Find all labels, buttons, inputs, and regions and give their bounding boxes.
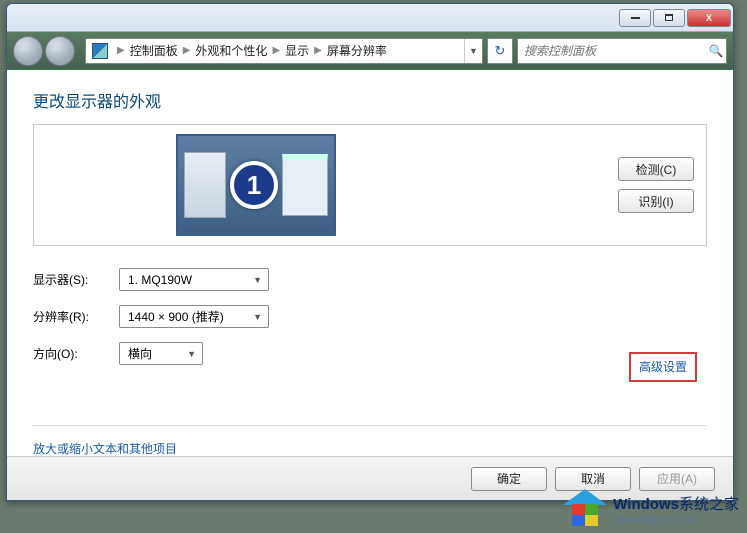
resolution-label: 分辨率(R): — [33, 308, 119, 325]
orientation-label: 方向(O): — [33, 345, 119, 362]
monitor-preview[interactable]: 1 — [176, 134, 336, 236]
back-button[interactable] — [13, 36, 43, 66]
chevron-right-icon: ▶ — [272, 45, 280, 56]
chevron-down-icon: ▼ — [253, 275, 262, 285]
apply-button[interactable]: 应用(A) — [639, 467, 715, 491]
advanced-settings-link[interactable]: 高级设置 — [639, 360, 687, 374]
watermark-url: www.bjjmlv.com — [613, 514, 739, 526]
control-panel-window: X ▶ 控制面板 ▶ 外观和个性化 ▶ 显示 ▶ 屏幕分辨率 ▼ ↻ 🔍 更改显… — [6, 3, 734, 501]
resolution-select[interactable]: 1440 × 900 (推荐) ▼ — [119, 305, 269, 328]
monitor-number-badge: 1 — [230, 161, 278, 209]
close-button[interactable]: X — [687, 9, 731, 27]
window-thumbnail-icon — [282, 154, 328, 216]
maximize-button[interactable] — [653, 9, 685, 27]
address-bar[interactable]: ▶ 控制面板 ▶ 外观和个性化 ▶ 显示 ▶ 屏幕分辨率 ▼ — [85, 38, 483, 64]
control-panel-icon — [92, 43, 108, 59]
orientation-value: 横向 — [128, 345, 152, 362]
search-input[interactable] — [518, 44, 706, 58]
resolution-value: 1440 × 900 (推荐) — [128, 308, 224, 325]
cancel-button[interactable]: 取消 — [555, 467, 631, 491]
display-settings-form: 显示器(S): 1. MQ190W ▼ 分辨率(R): 1440 × 900 (… — [33, 268, 707, 365]
content-area: 更改显示器的外观 1 检测(C) 识别(I) 显示器(S): 1. MQ190W… — [7, 70, 733, 504]
refresh-button[interactable]: ↻ — [487, 38, 513, 64]
chevron-right-icon: ▶ — [183, 45, 191, 56]
display-select[interactable]: 1. MQ190W ▼ — [119, 268, 269, 291]
breadcrumb-item[interactable]: 屏幕分辨率 — [325, 42, 389, 59]
titlebar: X — [7, 4, 733, 32]
breadcrumb-item[interactable]: 显示 — [283, 42, 311, 59]
display-label: 显示器(S): — [33, 271, 119, 288]
breadcrumb-item[interactable]: 控制面板 — [128, 42, 180, 59]
watermark: Windows系统之家 www.bjjmlv.com — [563, 489, 739, 529]
text-size-link[interactable]: 放大或缩小文本和其他项目 — [33, 440, 707, 457]
detect-button[interactable]: 检测(C) — [618, 157, 694, 181]
highlight-box: 高级设置 — [629, 352, 697, 382]
address-dropdown[interactable]: ▼ — [464, 39, 482, 63]
chevron-right-icon: ▶ — [117, 45, 125, 56]
monitor-preview-box: 1 检测(C) 识别(I) — [33, 124, 707, 246]
chevron-down-icon: ▼ — [253, 312, 262, 322]
chevron-down-icon: ▼ — [187, 349, 196, 359]
identify-button[interactable]: 识别(I) — [618, 189, 694, 213]
chevron-right-icon: ▶ — [314, 45, 322, 56]
minimize-button[interactable] — [619, 9, 651, 27]
search-box[interactable]: 🔍 — [517, 38, 727, 64]
breadcrumb-item[interactable]: 外观和个性化 — [193, 42, 269, 59]
desktop-thumbnail-icon — [184, 152, 226, 218]
search-icon[interactable]: 🔍 — [706, 44, 726, 58]
display-value: 1. MQ190W — [128, 273, 192, 287]
watermark-suffix: 系统之家 — [679, 493, 739, 514]
divider — [33, 425, 707, 426]
orientation-select[interactable]: 横向 ▼ — [119, 342, 203, 365]
watermark-brand: Windows — [613, 496, 679, 513]
ok-button[interactable]: 确定 — [471, 467, 547, 491]
house-logo-icon — [563, 489, 607, 529]
forward-button[interactable] — [45, 36, 75, 66]
page-title: 更改显示器的外观 — [33, 88, 707, 112]
navigation-bar: ▶ 控制面板 ▶ 外观和个性化 ▶ 显示 ▶ 屏幕分辨率 ▼ ↻ 🔍 — [7, 32, 733, 70]
